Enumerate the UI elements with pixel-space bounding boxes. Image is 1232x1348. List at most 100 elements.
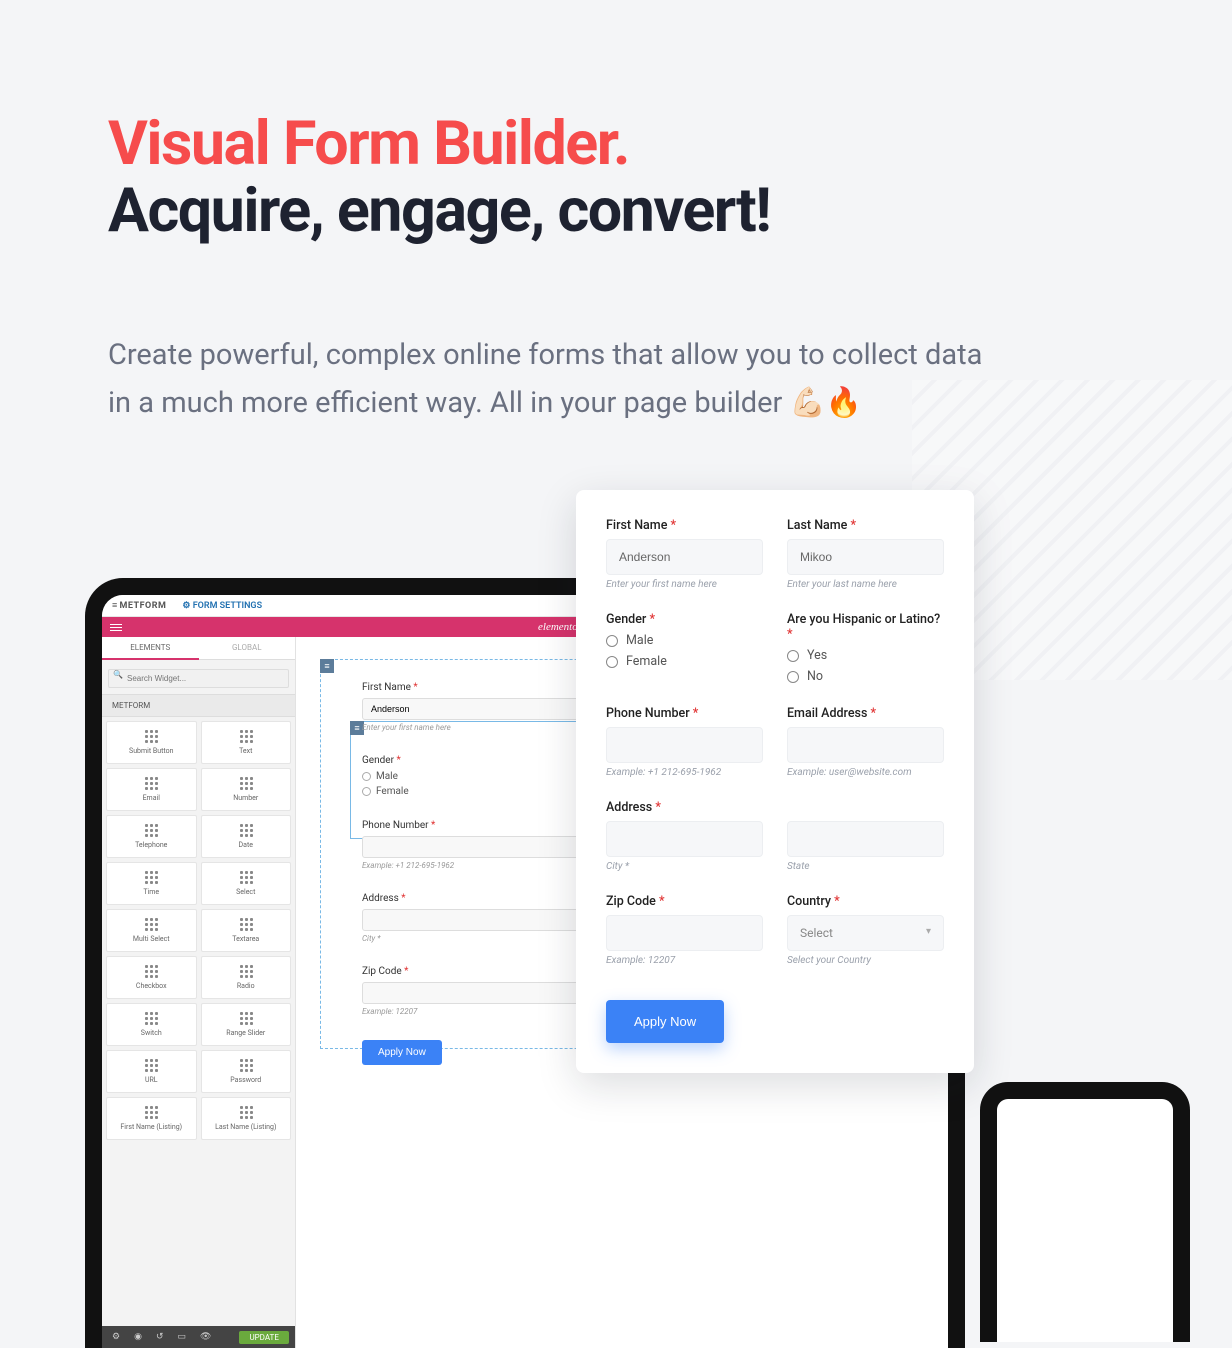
widget-panel: ELEMENTS GLOBAL 🔍 METFORM Submit Button T… bbox=[102, 637, 296, 1348]
mini-gender-label: Gender * bbox=[362, 755, 401, 766]
widget-switch[interactable]: Switch bbox=[106, 1003, 197, 1046]
address-label: Address * bbox=[606, 800, 763, 815]
widget-date[interactable]: Date bbox=[201, 815, 292, 858]
grip-icon bbox=[145, 965, 157, 977]
widget-number[interactable]: Number bbox=[201, 768, 292, 811]
widget-label: Select bbox=[236, 888, 255, 896]
city-input[interactable] bbox=[606, 821, 763, 857]
mini-apply-button[interactable]: Apply Now bbox=[362, 1040, 442, 1065]
gender-female[interactable]: Female bbox=[606, 654, 763, 669]
bottom-toolbar: ⚙ ◉ ↺ ▭ 👁 UPDATE bbox=[102, 1326, 295, 1348]
state-input[interactable] bbox=[787, 821, 944, 857]
email-input[interactable] bbox=[787, 727, 944, 763]
zip-input[interactable] bbox=[606, 915, 763, 951]
hispanic-yes[interactable]: Yes bbox=[787, 648, 944, 663]
apply-button[interactable]: Apply Now bbox=[606, 1000, 724, 1043]
widget-label: Text bbox=[239, 747, 252, 755]
first-name-hint: Enter your first name here bbox=[606, 579, 763, 590]
widget-label: Checkbox bbox=[136, 982, 167, 990]
grip-icon bbox=[240, 965, 252, 977]
tab-elements[interactable]: ELEMENTS bbox=[102, 637, 199, 660]
widget-textarea[interactable]: Textarea bbox=[201, 909, 292, 952]
form-settings-link[interactable]: ⚙ FORM SETTINGS bbox=[182, 601, 262, 611]
widget-last-name-listing-[interactable]: Last Name (Listing) bbox=[201, 1097, 292, 1140]
widget-multi-select[interactable]: Multi Select bbox=[106, 909, 197, 952]
widget-label: Switch bbox=[141, 1029, 162, 1037]
hero-title-accent: Visual Form Builder bbox=[108, 107, 613, 179]
menu-icon[interactable] bbox=[110, 622, 122, 632]
grip-icon bbox=[240, 824, 252, 836]
grip-icon bbox=[240, 871, 252, 883]
widget-label: Submit Button bbox=[129, 747, 173, 755]
widget-range-slider[interactable]: Range Slider bbox=[201, 1003, 292, 1046]
widget-label: Time bbox=[143, 888, 159, 896]
grip-icon bbox=[240, 918, 252, 930]
hero-title-rest: Acquire, engage, convert! bbox=[108, 174, 770, 246]
gender-label: Gender * bbox=[606, 612, 763, 627]
editor-brand: METFORM bbox=[119, 601, 166, 611]
grip-icon bbox=[240, 1012, 252, 1024]
first-name-label: First Name * bbox=[606, 518, 763, 533]
tool-preview-icon[interactable]: 👁 bbox=[200, 1332, 211, 1342]
address-spacer bbox=[787, 800, 944, 815]
hispanic-no[interactable]: No bbox=[787, 669, 944, 684]
widget-checkbox[interactable]: Checkbox bbox=[106, 956, 197, 999]
widget-select[interactable]: Select bbox=[201, 862, 292, 905]
widget-url[interactable]: URL bbox=[106, 1050, 197, 1093]
last-name-hint: Enter your last name here bbox=[787, 579, 944, 590]
widget-label: Range Slider bbox=[226, 1029, 265, 1037]
tool-view-icon[interactable]: ◉ bbox=[134, 1332, 142, 1342]
phone-label: Phone Number * bbox=[606, 706, 763, 721]
widget-password[interactable]: Password bbox=[201, 1050, 292, 1093]
update-button[interactable]: UPDATE bbox=[239, 1331, 288, 1344]
widget-label: First Name (Listing) bbox=[120, 1123, 182, 1131]
widget-first-name-listing-[interactable]: First Name (Listing) bbox=[106, 1097, 197, 1140]
grip-icon bbox=[240, 730, 252, 742]
country-label: Country * bbox=[787, 894, 944, 909]
grip-icon bbox=[145, 1106, 157, 1118]
tool-responsive-icon[interactable]: ▭ bbox=[177, 1332, 186, 1342]
widget-telephone[interactable]: Telephone bbox=[106, 815, 197, 858]
widget-submit-button[interactable]: Submit Button bbox=[106, 721, 197, 764]
last-name-input[interactable] bbox=[787, 539, 944, 575]
widget-label: Number bbox=[233, 794, 258, 802]
country-select[interactable]: Select bbox=[787, 915, 944, 951]
widget-label: Date bbox=[239, 841, 253, 849]
form-card: First Name * Enter your first name here … bbox=[576, 490, 974, 1073]
widget-text[interactable]: Text bbox=[201, 721, 292, 764]
zip-hint: Example: 12207 bbox=[606, 955, 763, 966]
phone-hint: Example: +1 212-695-1962 bbox=[606, 767, 763, 778]
grip-icon bbox=[145, 730, 157, 742]
hero-section: Visual Form Builder. Acquire, engage, co… bbox=[0, 0, 1232, 428]
grip-icon bbox=[145, 777, 157, 789]
tool-history-icon[interactable]: ↺ bbox=[156, 1332, 164, 1342]
mini-phone-label: Phone Number * bbox=[362, 820, 435, 831]
tool-settings-icon[interactable]: ⚙ bbox=[112, 1332, 120, 1342]
widget-email[interactable]: Email bbox=[106, 768, 197, 811]
widgets-grid: Submit Button Text Email Number Telephone Dat… bbox=[102, 717, 295, 1144]
grip-icon bbox=[145, 1059, 157, 1071]
hero-subtitle: Create powerful, complex online forms th… bbox=[108, 332, 988, 428]
widget-label: Email bbox=[143, 794, 160, 802]
search-input[interactable] bbox=[108, 669, 289, 688]
gender-male[interactable]: Male bbox=[606, 633, 763, 648]
widget-label: Multi Select bbox=[133, 935, 170, 943]
grip-icon bbox=[240, 1059, 252, 1071]
grip-icon bbox=[240, 777, 252, 789]
widget-category[interactable]: METFORM bbox=[102, 694, 295, 717]
mini-first-name-label: First Name * bbox=[362, 682, 418, 693]
tablet-frame bbox=[980, 1082, 1190, 1342]
hero-title: Visual Form Builder. Acquire, engage, co… bbox=[108, 110, 1124, 244]
widget-label: Radio bbox=[237, 982, 255, 990]
widget-time[interactable]: Time bbox=[106, 862, 197, 905]
widget-label: Password bbox=[230, 1076, 261, 1084]
city-hint: City * bbox=[606, 861, 763, 872]
email-label: Email Address * bbox=[787, 706, 944, 721]
state-hint: State bbox=[787, 861, 944, 872]
widget-radio[interactable]: Radio bbox=[201, 956, 292, 999]
phone-input[interactable] bbox=[606, 727, 763, 763]
mini-address-label: Address * bbox=[362, 893, 406, 904]
first-name-input[interactable] bbox=[606, 539, 763, 575]
search-icon: 🔍 bbox=[113, 670, 123, 679]
tab-global[interactable]: GLOBAL bbox=[199, 637, 296, 660]
